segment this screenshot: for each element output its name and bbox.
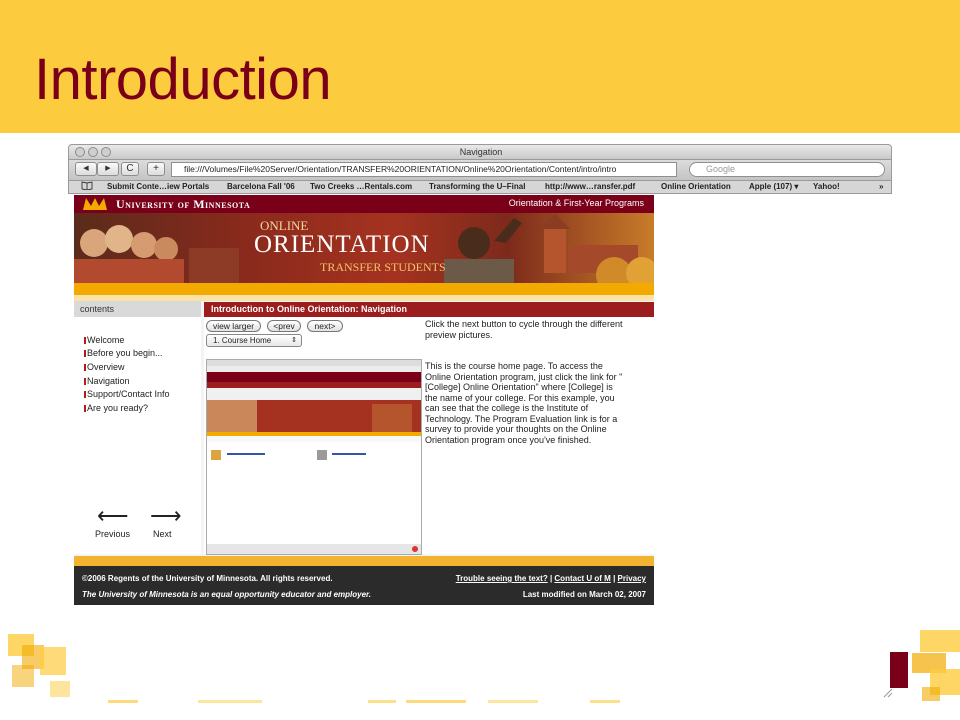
decorative-squares	[8, 630, 960, 703]
bookmark-item[interactable]: Apple (107) ▾	[749, 181, 798, 193]
reload-button[interactable]: C	[121, 162, 139, 176]
previous-label[interactable]: Previous	[95, 529, 130, 539]
back-button[interactable]: ◀	[75, 162, 97, 176]
view-larger-button[interactable]: view larger	[206, 320, 261, 332]
preview-screenshot[interactable]	[206, 359, 422, 555]
add-bookmark-button[interactable]: +	[147, 162, 165, 176]
programs-label: Orientation & First-Year Programs	[508, 198, 644, 208]
previous-arrow-icon[interactable]: ⟵	[97, 505, 129, 527]
site-footer: ©2006 Regents of the University of Minne…	[74, 566, 654, 605]
next-button[interactable]: next>	[307, 320, 343, 332]
browser-toolbar: ◀ ▶ C + file:///Volumes/File%20Server/Or…	[68, 160, 892, 180]
window-title: Navigation	[459, 147, 503, 157]
more-bookmarks-icon[interactable]: »	[879, 181, 883, 193]
sidebar-item-overview[interactable]: Overview	[84, 362, 125, 372]
select-arrows-icon: ⇕	[291, 337, 297, 344]
bookmark-item[interactable]: Barcelona Fall '06	[227, 181, 295, 193]
bookmarks-book-icon[interactable]	[81, 181, 93, 193]
forward-button[interactable]: ▶	[97, 162, 119, 176]
contact-link[interactable]: Contact U of M	[554, 574, 610, 583]
next-label[interactable]: Next	[153, 529, 172, 539]
hero-bottom-bar	[74, 283, 654, 295]
sidebar-heading: contents	[74, 301, 201, 317]
preview-image	[207, 360, 421, 554]
umn-logo-icon	[83, 198, 107, 210]
bookmark-item[interactable]: http://www…ransfer.pdf	[545, 181, 635, 193]
last-modified: Last modified on March 02, 2007	[522, 590, 646, 599]
site-banner: University of Minnesota Orientation & Fi…	[74, 195, 654, 213]
footer-links: Trouble seeing the text? | Contact U of …	[456, 574, 646, 583]
search-field[interactable]: Google	[689, 162, 885, 177]
bookmark-item[interactable]: Online Orientation	[661, 181, 731, 193]
sidebar-item-welcome[interactable]: Welcome	[83, 335, 124, 345]
link-separator: |	[610, 574, 618, 583]
main-heading: Introduction to Online Orientation: Navi…	[204, 302, 654, 317]
bookmarks-bar: Submit Conte…iew Portals Barcelona Fall …	[68, 180, 892, 194]
footer-gold-bar	[74, 556, 654, 566]
bookmark-item[interactable]: Submit Conte…iew Portals	[107, 181, 209, 193]
prev-button[interactable]: <prev	[267, 320, 301, 332]
bookmark-item[interactable]: Yahoo!	[813, 181, 840, 193]
next-arrow-icon[interactable]: ⟶	[150, 505, 182, 527]
sidebar-item-before-you-begin[interactable]: Before you begin...	[84, 348, 163, 358]
preview-select-value: 1. Course Home	[213, 336, 272, 345]
copyright-text: ©2006 Regents of the University of Minne…	[82, 574, 333, 583]
sidebar-item-support[interactable]: Support/Contact Info	[84, 389, 170, 399]
bookmark-item[interactable]: Two Creeks …Rentals.com	[310, 181, 412, 193]
hero-orientation-text: ORIENTATION	[254, 231, 430, 258]
university-name: University of Minnesota	[116, 197, 251, 211]
sidebar-item-navigation[interactable]: Navigation	[84, 376, 130, 386]
sidebar-item-are-you-ready[interactable]: Are you ready?	[83, 403, 148, 413]
sidebar: Welcome Before you begin... Overview Nav…	[74, 317, 201, 554]
slide-title: Introduction	[34, 47, 332, 112]
preview-select[interactable]: 1. Course Home ⇕	[206, 334, 302, 347]
bookmark-item[interactable]: Transforming the U–Final	[429, 181, 525, 193]
url-field[interactable]: file:///Volumes/File%20Server/Orientatio…	[171, 162, 677, 177]
hero-transfer-text: TRANSFER STUDENTS	[320, 260, 446, 274]
preview-description: This is the course home page. To access …	[425, 361, 623, 445]
trouble-seeing-text-link[interactable]: Trouble seeing the text?	[456, 574, 548, 583]
preview-hint: Click the next button to cycle through t…	[425, 319, 623, 340]
eeo-statement: The University of Minnesota is an equal …	[82, 590, 371, 599]
window-titlebar: Navigation	[68, 144, 892, 160]
privacy-link[interactable]: Privacy	[618, 574, 646, 583]
